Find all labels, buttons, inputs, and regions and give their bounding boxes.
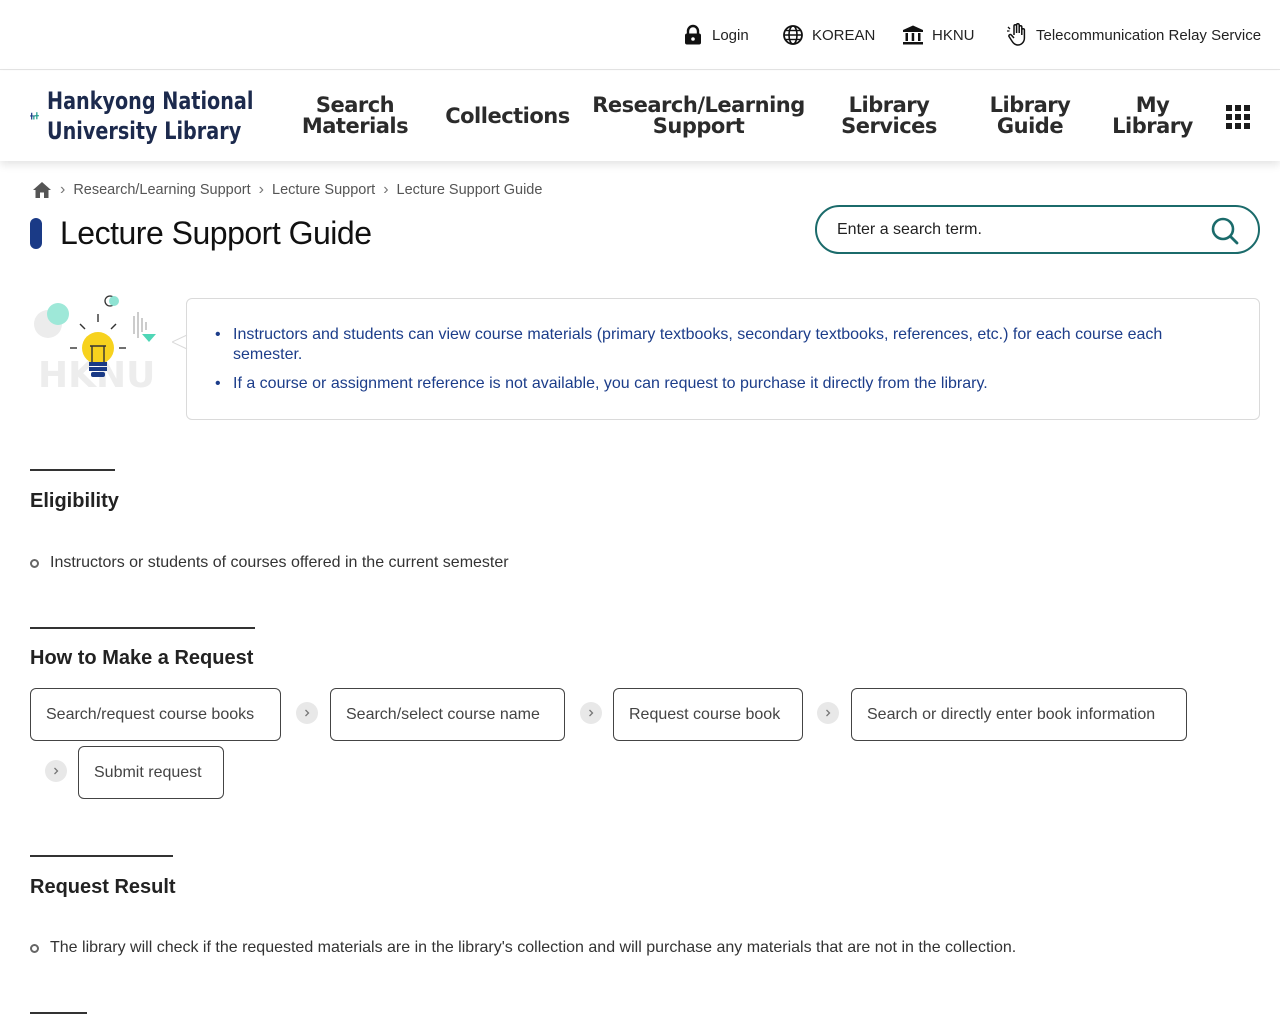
utility-bar: Login KOREAN HKNU Telecommunication Rela… (0, 0, 1280, 70)
nav-search-materials-label: Search Materials (301, 93, 409, 138)
step-request-course-book[interactable]: Request course book (613, 688, 803, 741)
circle-bullet-icon (30, 558, 39, 568)
nav-library-services[interactable]: Library Services (838, 91, 940, 141)
all-menu-grid-icon[interactable] (1226, 105, 1250, 129)
step-label: Search/select course name (346, 705, 540, 723)
search-icon[interactable] (1210, 216, 1240, 246)
lightbulb-illustration-icon: HKNU (34, 295, 156, 396)
page-title: Lecture Support Guide (60, 215, 372, 251)
login-link[interactable]: Login (682, 22, 749, 48)
search-input[interactable] (837, 220, 1197, 239)
how-to-title: How to Make a Request (30, 647, 254, 669)
nav-my-library-label: My Library (1112, 93, 1193, 138)
globe-icon (783, 25, 803, 45)
breadcrumb-item[interactable]: Lecture Support (272, 182, 375, 198)
logo-line-1: Hankyong National (46, 87, 254, 115)
eligibility-item-text: Instructors or students of courses offer… (50, 554, 509, 571)
result-item: The library will check if the requested … (30, 939, 1016, 957)
nav-collections-label: Collections (445, 103, 570, 128)
eligibility-item: Instructors or students of courses offer… (30, 554, 509, 572)
hknu-label: HKNU (932, 26, 975, 44)
breadcrumb-item[interactable]: Research/Learning Support (73, 182, 250, 198)
relay-service-link[interactable]: Telecommunication Relay Service (1006, 22, 1261, 48)
section-divider (30, 855, 173, 857)
result-title: Request Result (30, 876, 176, 898)
nav-library-guide-label: Library Guide (989, 93, 1071, 138)
language-link[interactable]: KOREAN (782, 22, 875, 48)
nav-search-materials[interactable]: Search Materials (300, 91, 410, 141)
step-label: Search or directly enter book informatio… (867, 705, 1156, 723)
nav-research-label: Research/Learning Support (592, 93, 805, 138)
library-logo[interactable]: Hankyong National University Library (30, 87, 305, 145)
step-label: Submit request (94, 763, 202, 781)
info-item: Instructors and students can view course… (215, 325, 1229, 365)
step-enter-book-information[interactable]: Search or directly enter book informatio… (851, 688, 1187, 741)
main-navigation: Hankyong National University Library Sea… (0, 71, 1280, 161)
home-icon[interactable] (32, 181, 52, 199)
login-label: Login (712, 26, 749, 44)
breadcrumb-item-current: Lecture Support Guide (396, 182, 543, 198)
hknu-logo-mark-icon (30, 112, 39, 120)
university-building-icon (903, 25, 923, 45)
nav-collections[interactable]: Collections (445, 91, 570, 141)
step-arrow-icon (580, 702, 602, 724)
eligibility-title: Eligibility (30, 490, 119, 512)
info-item: If a course or assignment reference is n… (215, 374, 1229, 394)
site-search (815, 205, 1260, 254)
hknu-link[interactable]: HKNU (902, 22, 975, 48)
info-box: Instructors and students can view course… (186, 298, 1260, 420)
relay-service-label: Telecommunication Relay Service (1036, 26, 1262, 44)
step-submit-request[interactable]: Submit request (78, 746, 224, 799)
step-search-select-course-name[interactable]: Search/select course name (330, 688, 565, 741)
lock-icon (685, 24, 701, 45)
step-arrow-icon (817, 702, 839, 724)
logo-line-2: University Library (46, 117, 242, 145)
nav-library-services-label: Library Services (841, 93, 937, 138)
section-divider (30, 1012, 87, 1014)
nav-my-library[interactable]: My Library (1110, 91, 1195, 141)
library-logo-text: Hankyong National University Library (47, 86, 305, 146)
language-label: KOREAN (812, 26, 876, 44)
section-divider (30, 627, 255, 629)
circle-bullet-icon (30, 943, 39, 953)
breadcrumb: › Research/Learning Support › Lecture Su… (32, 178, 542, 202)
nav-library-guide[interactable]: Library Guide (985, 91, 1075, 141)
step-arrow-icon (45, 760, 67, 782)
sign-language-hand-icon (1007, 23, 1026, 46)
title-accent-bar (30, 218, 42, 249)
step-search-request-course-books[interactable]: Search/request course books (30, 688, 281, 741)
step-label: Request course book (629, 705, 781, 723)
result-item-text: The library will check if the requested … (50, 939, 1017, 956)
nav-research-learning-support[interactable]: Research/Learning Support (592, 91, 805, 141)
breadcrumb-separator-icon: › (60, 181, 66, 198)
section-divider (30, 469, 115, 471)
breadcrumb-separator-icon: › (383, 181, 389, 198)
step-arrow-icon (296, 702, 318, 724)
breadcrumb-separator-icon: › (258, 181, 264, 198)
step-label: Search/request course books (46, 705, 255, 723)
